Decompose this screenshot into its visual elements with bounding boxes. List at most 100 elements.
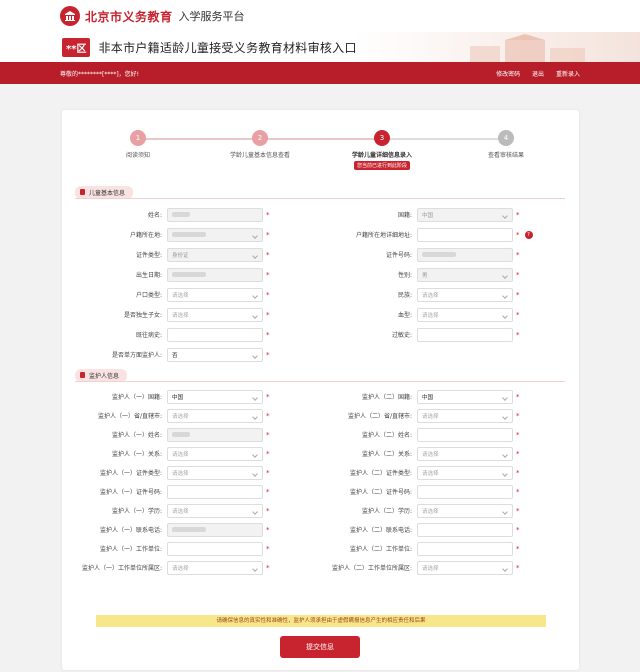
brand-title: 北京市义务教育 [85,9,173,24]
step-2: 2 学龄儿童基本信息查看 [210,130,310,159]
g2-phone-input[interactable] [417,522,513,537]
field-label: 是否独生子女: [123,312,162,319]
step-1: 1 阅读须知 [88,130,188,159]
form-card: 1 阅读须知 2 学龄儿童基本信息查看 3 学龄儿童详细信息录入 您当前已进行到… [62,110,579,670]
g1-name-field[interactable] [167,427,263,442]
hukou-address-input[interactable] [417,227,513,242]
child-hukou-type-row: 户口类型: 请选择 * [62,287,270,302]
logout-link[interactable]: 退出 [532,71,544,78]
g2-employer-row: 监护人（二）工作单位: * [312,541,520,556]
step-4: 4 查看审核结果 [456,130,556,159]
g2-id-type-select[interactable]: 请选择 [417,465,513,480]
id-number-row: 证件号码: * [312,247,520,262]
g1-employer-district-row: 监护人（一）工作单位所属区: 请选择 * [62,560,270,575]
field-label: 监护人（一）证件号码: [99,489,162,496]
step-number: 3 [374,130,390,146]
g2-name-input[interactable] [417,427,513,442]
banner: **区 非本市户籍适龄儿童接受义务教育材料审核入口 [0,32,640,62]
g2-relation-row: 监护人（二）关系: 请选择 * [312,446,520,461]
g2-province-select[interactable]: 请选择 [417,408,513,423]
step-label: 查看审核结果 [487,152,524,159]
field-label: 证件类型: [135,252,162,259]
g1-province-row: 监护人（一）省/直辖市: 请选择 * [62,408,270,423]
step-label: 阅读须知 [125,152,150,159]
child-name-field[interactable] [167,207,263,222]
step-number: 1 [130,130,146,146]
g1-employer-input[interactable] [167,541,263,556]
g2-province-row: 监护人（二）省/直辖市: 请选择 * [312,408,520,423]
field-label: 监护人（二）证件类型: [349,470,412,477]
hukou-type-select[interactable]: 请选择 [167,287,263,302]
g2-nationality-select[interactable]: 中国 [417,389,513,404]
child-hukou-row: 户籍所在地: * [62,227,270,242]
step-3: 3 学龄儿童详细信息录入 您当前已进行到此阶段 [332,130,432,170]
g1-employer-row: 监护人（一）工作单位: * [62,541,270,556]
nationality-row: 国籍: 中国 * [312,207,520,222]
field-label: 监护人（一）姓名: [111,432,162,439]
blood-type-row: 血型: 请选择 * [312,307,520,322]
field-label: 监护人（二）国籍: [361,394,412,401]
g2-employer-input[interactable] [417,541,513,556]
re-enter-link[interactable]: 重新录入 [556,71,580,78]
hukou-address-row: 户籍所在地详细地址: * ? [312,227,533,242]
help-icon[interactable]: ? [524,230,533,239]
g2-id-number-input[interactable] [417,484,513,499]
medical-history-input[interactable] [167,327,263,342]
nationality-select[interactable]: 中国 [417,207,513,222]
field-label: 监护人（二）姓名: [361,432,412,439]
g1-relation-row: 监护人（一）关系: 请选择 * [62,446,270,461]
g1-id-type-select[interactable]: 请选择 [167,465,263,480]
school-logo-icon [60,6,80,26]
district-badge: **区 [62,37,91,57]
field-label: 国籍: [397,212,412,219]
g1-name-row: 监护人（一）姓名: * [62,427,270,442]
field-label: 监护人（二）工作单位所属区: [331,565,412,572]
child-name-row: 姓名: * [62,207,270,222]
medical-history-row: 既往病史: * [62,327,270,342]
child-id-type-select[interactable]: 身份证 [167,247,263,262]
field-label: 监护人（一）国籍: [111,394,162,401]
g1-education-row: 监护人（一）学历: 请选择 * [62,503,270,518]
id-number-field[interactable] [417,247,513,262]
user-bar: 尊敬的********[****]，您好! 修改密码 退出 重新录入 [0,62,640,84]
g2-employer-district-row: 监护人（二）工作单位所属区: 请选择 * [312,560,520,575]
g2-relation-select[interactable]: 请选择 [417,446,513,461]
g1-id-type-row: 监护人（一）证件类型: 请选择 * [62,465,270,480]
step-number: 2 [252,130,268,146]
field-label: 监护人（一）关系: [111,451,162,458]
brand-subtitle: 入学服务平台 [178,10,245,23]
allergy-input[interactable] [417,327,513,342]
g2-nationality-row: 监护人（二）国籍: 中国 * [312,389,520,404]
only-child-select[interactable]: 请选择 [167,307,263,322]
g1-id-number-input[interactable] [167,484,263,499]
gender-select[interactable]: 男 [417,267,513,282]
child-birth-field[interactable] [167,267,263,282]
blood-type-select[interactable]: 请选择 [417,307,513,322]
g1-province-select[interactable]: 请选择 [167,408,263,423]
g2-employer-district-select[interactable]: 请选择 [417,560,513,575]
ethnicity-select[interactable]: 请选择 [417,287,513,302]
user-links: 修改密码 退出 重新录入 [486,69,580,78]
current-step-tag: 您当前已进行到此阶段 [353,161,410,170]
g1-phone-field[interactable] [167,522,263,537]
single-guardian-select[interactable]: 否 [167,347,263,362]
g1-nationality-select[interactable]: 中国 [167,389,263,404]
field-label: 监护人（一）工作单位: [99,546,162,553]
field-label: 过敏史: [391,332,412,339]
field-label: 监护人（二）工作单位: [349,546,412,553]
submit-button[interactable]: 提交信息 [280,636,360,658]
field-label: 监护人（二）联系电话: [349,527,412,534]
g1-relation-select[interactable]: 请选择 [167,446,263,461]
gender-row: 性别: 男 * [312,267,520,282]
top-header: 北京市义务教育 入学服务平台 [0,0,640,32]
g1-employer-district-select[interactable]: 请选择 [167,560,263,575]
g2-education-select[interactable]: 请选择 [417,503,513,518]
building-illustration-icon [470,34,585,62]
change-password-link[interactable]: 修改密码 [496,71,520,78]
field-label: 出生日期: [135,272,162,279]
g1-education-select[interactable]: 请选择 [167,503,263,518]
g1-id-number-row: 监护人（一）证件号码: * [62,484,270,499]
field-label: 性别: [397,272,412,279]
child-hukou-select[interactable] [167,227,263,242]
field-label: 民族: [397,292,412,299]
